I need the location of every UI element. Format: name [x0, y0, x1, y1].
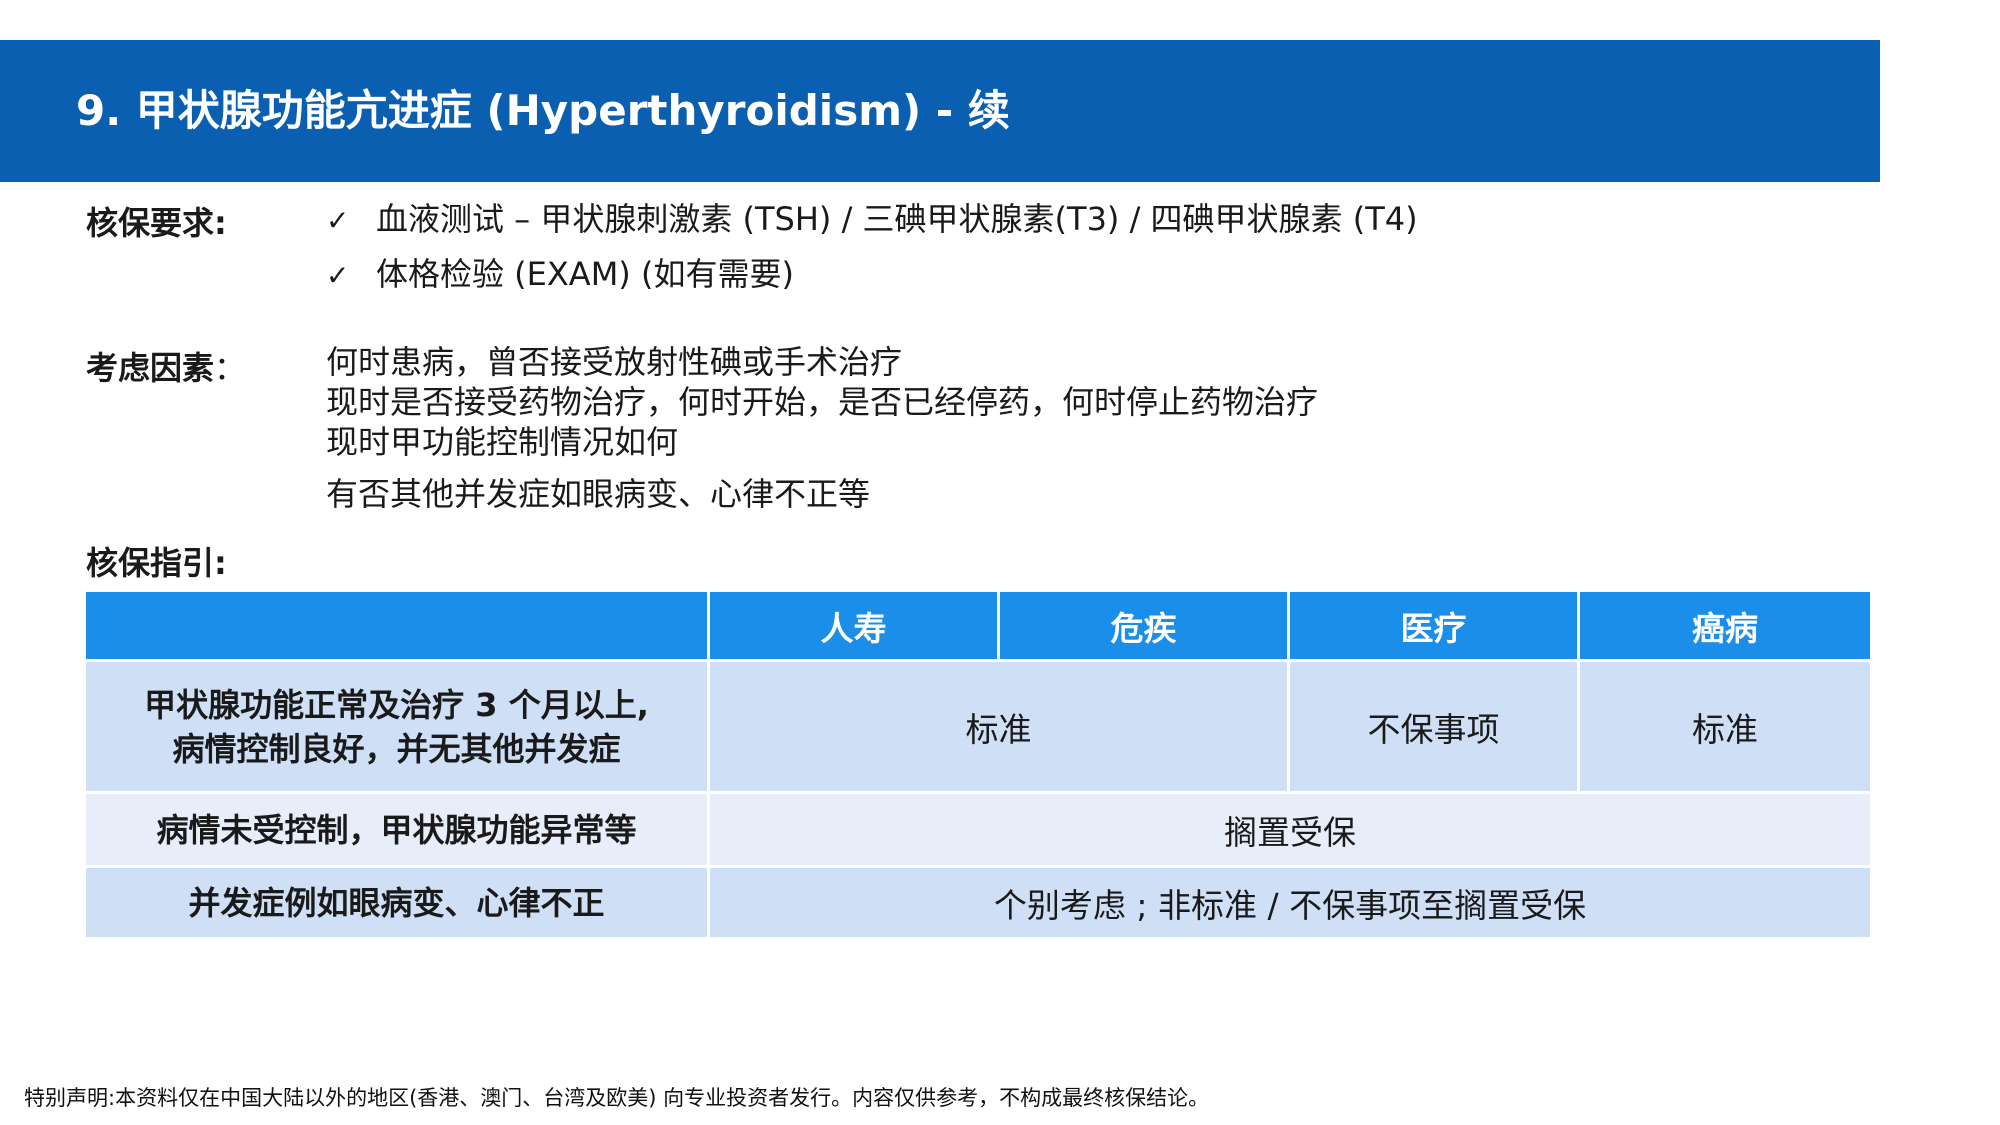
factor-item: 现时是否接受药物治疗，何时开始，是否已经停药，何时停止药物治疗: [326, 383, 1319, 421]
table-row: 病情未受控制，甲状腺功能异常等 搁置受保: [86, 794, 1870, 868]
page-title: 9. 甲状腺功能亢进症 (Hyperthyroidism) - 续: [76, 86, 1010, 135]
condition-cell: 病情未受控制，甲状腺功能异常等: [86, 794, 710, 868]
factor-item: 何时患病，曾否接受放射性碘或手术治疗: [326, 343, 903, 381]
guidelines-label: 核保指引:: [86, 544, 227, 582]
header-critical-illness: 危疾: [1000, 592, 1290, 662]
life-ci-decision: 标准: [710, 662, 1290, 794]
factors-label-text: 考虑因素: [86, 349, 215, 387]
decision-cell: 个别考虑 ; 非标准 / 不保事项至搁置受保: [710, 868, 1870, 940]
header-medical: 医疗: [1290, 592, 1580, 662]
table-header-row: 人寿 危疾 医疗 癌病: [86, 592, 1870, 662]
header-condition: [86, 592, 710, 662]
checkmark-icon: ✓: [326, 204, 350, 237]
condition-line: 病情控制良好，并无其他并发症: [172, 729, 621, 768]
condition-cell: 并发症例如眼病变、心律不正: [86, 868, 710, 940]
medical-decision: 不保事项: [1290, 662, 1580, 794]
table-row: 甲状腺功能正常及治疗 3 个月以上, 病情控制良好，并无其他并发症 标准 不保事…: [86, 662, 1870, 794]
factor-item: 有否其他并发症如眼病变、心律不正等: [326, 475, 871, 513]
factor-item: 现时甲功能控制情况如何: [326, 423, 679, 461]
condition-line: 甲状腺功能正常及治疗 3 个月以上,: [144, 685, 649, 724]
requirements-label: 核保要求:: [86, 204, 227, 242]
table-row: 并发症例如眼病变、心律不正 个别考虑 ; 非标准 / 不保事项至搁置受保: [86, 868, 1870, 940]
requirement-text: 体格检验 (EXAM) (如有需要): [376, 255, 794, 293]
checkmark-icon: ✓: [326, 259, 350, 292]
header-cancer: 癌病: [1580, 592, 1870, 662]
requirement-item: ✓ 血液测试 – 甲状腺刺激素 (TSH) / 三碘甲状腺素(T3) / 四碘甲状…: [326, 198, 1418, 240]
requirement-text: 血液测试 – 甲状腺刺激素 (TSH) / 三碘甲状腺素(T3) / 四碘甲状腺…: [376, 200, 1418, 238]
decision-cell: 搁置受保: [710, 794, 1870, 868]
factors-label: 考虑因素：: [86, 343, 246, 389]
condition-cell: 甲状腺功能正常及治疗 3 个月以上, 病情控制良好，并无其他并发症: [86, 662, 710, 794]
underwriting-guide-table: 人寿 危疾 医疗 癌病 甲状腺功能正常及治疗 3 个月以上, 病情控制良好，并无…: [86, 592, 1870, 940]
requirement-item: ✓ 体格检验 (EXAM) (如有需要): [326, 253, 794, 295]
cancer-decision: 标准: [1580, 662, 1870, 794]
factors-label-colon: ：: [214, 349, 247, 387]
header-life: 人寿: [710, 592, 1000, 662]
disclaimer: 特别声明:本资料仅在中国大陆以外的地区(香港、澳门、台湾及欧美) 向专业投资者发…: [24, 1086, 1210, 1110]
